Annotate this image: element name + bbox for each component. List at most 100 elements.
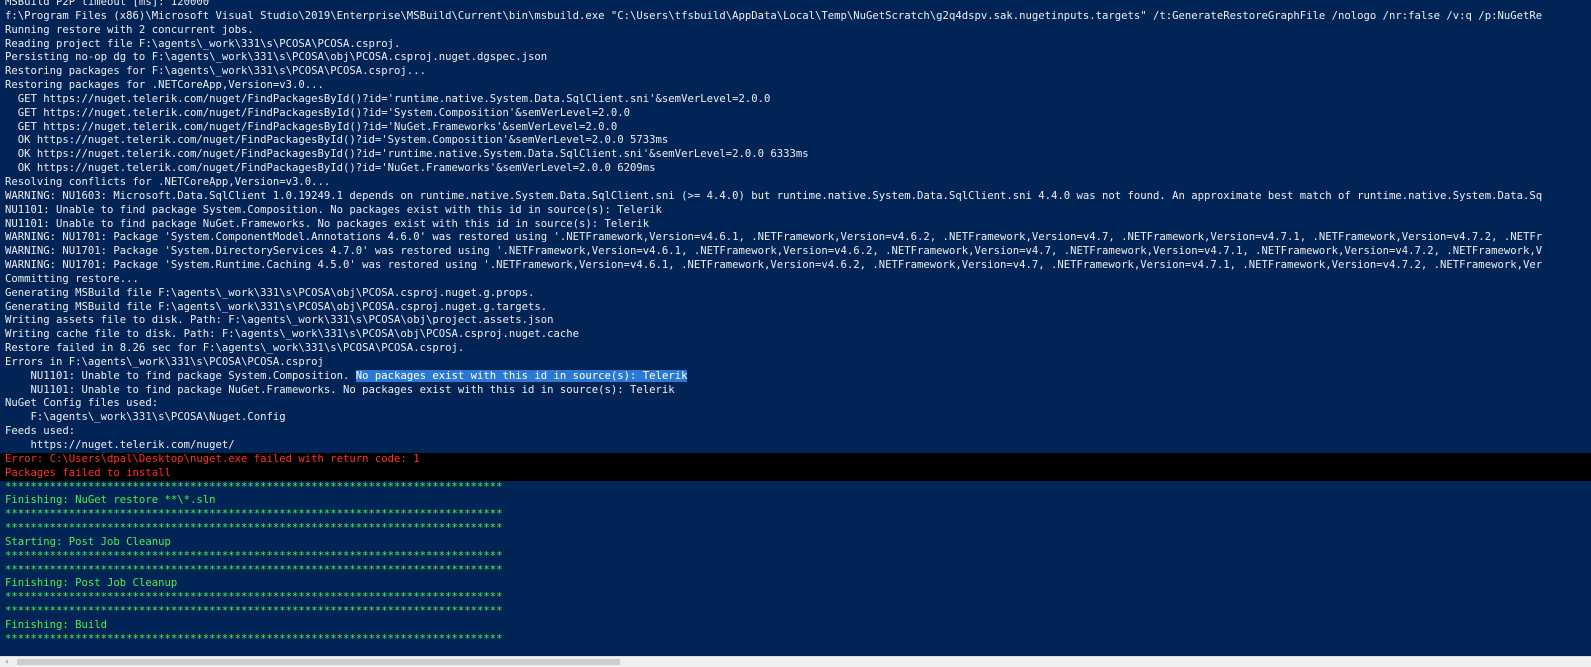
console-line: Committing restore... (5, 273, 1591, 287)
console-line-text: https://nuget.telerik.com/nuget/ (5, 439, 235, 451)
console-line: ****************************************… (5, 550, 1591, 564)
console-line: WARNING: NU1701: Package 'System.Compone… (5, 231, 1591, 245)
error-line: Packages failed to install (0, 466, 1591, 481)
console-line: Running restore with 2 concurrent jobs. (5, 24, 1591, 38)
console-line-text: f:\Program Files (x86)\Microsoft Visual … (5, 9, 1543, 22)
console-line-text: ****************************************… (5, 522, 503, 535)
console-line-text: GET https://nuget.telerik.com/nuget/Find… (5, 92, 771, 105)
console-line-text: NU1101: Unable to find package System.Co… (5, 369, 356, 382)
console-line: Restoring packages for F:\agents\_work\3… (5, 65, 1591, 79)
console-line: ****************************************… (5, 508, 1591, 522)
console-line-text: Errors in F:\agents\_work\331\s\PCOSA\PC… (5, 355, 324, 368)
console-line-text: Persisting no-op dg to F:\agents\_work\3… (5, 51, 548, 64)
console-line-text: Error: C:\Users\dpal\Desktop\nuget.exe f… (5, 452, 420, 465)
console-line-text: MSBuild P2P timeout [ms]: 120000 (5, 0, 210, 8)
console-line: OK https://nuget.telerik.com/nuget/FindP… (5, 148, 1591, 162)
console-line-text: Starting: Post Job Cleanup (5, 535, 171, 548)
horizontal-scrollbar[interactable]: ‹ (0, 656, 1591, 667)
console-line: Generating MSBuild file F:\agents\_work\… (5, 287, 1591, 301)
console-line: MSBuild P2P timeout [ms]: 120000 (5, 0, 1591, 10)
console-line-text: ****************************************… (5, 508, 503, 521)
console-line-text: Writing assets file to disk. Path: F:\ag… (5, 314, 554, 327)
scroll-left-arrow-icon[interactable]: ‹ (0, 657, 14, 667)
console-line: NU1101: Unable to find package NuGet.Fra… (5, 218, 1591, 232)
console-line-text: Reading project file F:\agents\_work\331… (5, 37, 401, 50)
console-line: GET https://nuget.telerik.com/nuget/Find… (5, 107, 1591, 121)
console-line-text: Generating MSBuild file F:\agents\_work\… (5, 286, 535, 299)
console-line: f:\Program Files (x86)\Microsoft Visual … (5, 10, 1591, 24)
console-line: Reading project file F:\agents\_work\331… (5, 38, 1591, 52)
console-line-text: NU1101: Unable to find package NuGet.Fra… (5, 217, 650, 230)
console-line: WARNING: NU1701: Package 'System.Directo… (5, 245, 1591, 259)
console-line-text: ****************************************… (5, 632, 503, 645)
console-line: F:\agents\_work\331\s\PCOSA\Nuget.Config (5, 411, 1591, 425)
console-line-text: WARNING: NU1701: Package 'System.Compone… (5, 231, 1543, 244)
console-line: ****************************************… (5, 481, 1591, 495)
console-output[interactable]: MSBuild P2P timeout [ms]: 120000 f:\Progr… (0, 0, 1591, 647)
console-line-text: GET https://nuget.telerik.com/nuget/Find… (5, 106, 631, 119)
console-line: Generating MSBuild file F:\agents\_work\… (5, 301, 1591, 315)
console-line-text: Committing restore... (5, 272, 139, 285)
console-line-text: ****************************************… (5, 563, 503, 576)
console-line: NU1101: Unable to find package System.Co… (5, 369, 1591, 384)
console-line: ****************************************… (5, 522, 1591, 536)
console-line: Feeds used: (5, 425, 1591, 439)
console-line-text: ****************************************… (5, 480, 503, 493)
console-line: Finishing: NuGet restore **\*.sln (5, 494, 1591, 508)
console-line-text: Feeds used: (5, 425, 76, 438)
console-line-text: Restore failed in 8.26 sec for F:\agents… (5, 342, 465, 355)
console-line: OK https://nuget.telerik.com/nuget/FindP… (5, 134, 1591, 148)
console-line: ****************************************… (5, 605, 1591, 619)
console-line: ****************************************… (5, 591, 1591, 605)
console-line: Writing cache file to disk. Path: F:\age… (5, 328, 1591, 342)
console-line-text: OK https://nuget.telerik.com/nuget/FindP… (5, 134, 669, 147)
console-line-text: Restoring packages for .NETCoreApp,Versi… (5, 79, 324, 92)
console-line-text: Finishing: Build (5, 618, 108, 631)
console-line-text: GET https://nuget.telerik.com/nuget/Find… (5, 120, 618, 133)
console-line-text: OK https://nuget.telerik.com/nuget/FindP… (5, 148, 809, 161)
console-line-text: NuGet Config files used: (5, 397, 159, 410)
console-line-text: Finishing: Post Job Cleanup (5, 577, 178, 590)
console-line-text: Writing cache file to disk. Path: F:\age… (5, 328, 580, 341)
console-line-text: Finishing: NuGet restore **\*.sln (5, 494, 216, 507)
console-line-text: ****************************************… (5, 591, 503, 604)
console-line-text: WARNING: NU1701: Package 'System.Runtime… (5, 259, 1543, 272)
console-line-text: NU1101: Unable to find package System.Co… (5, 203, 662, 216)
console-line: NU1101: Unable to find package NuGet.Fra… (5, 384, 1591, 398)
console-line: Writing assets file to disk. Path: F:\ag… (5, 314, 1591, 328)
console-line-text: WARNING: NU1701: Package 'System.Directo… (5, 245, 1543, 258)
console-line: OK https://nuget.telerik.com/nuget/FindP… (5, 162, 1591, 176)
console-line: Errors in F:\agents\_work\331\s\PCOSA\PC… (5, 356, 1591, 370)
console-line: WARNING: NU1701: Package 'System.Runtime… (5, 259, 1591, 273)
console-line: ****************************************… (5, 633, 1591, 647)
console-line-text: NU1101: Unable to find package NuGet.Fra… (5, 383, 675, 396)
error-line: Error: C:\Users\dpal\Desktop\nuget.exe f… (0, 452, 1591, 467)
console-line-text: OK https://nuget.telerik.com/nuget/FindP… (5, 162, 656, 175)
console-line: Finishing: Build (5, 619, 1591, 633)
console-line: NU1101: Unable to find package System.Co… (5, 204, 1591, 218)
console-line: GET https://nuget.telerik.com/nuget/Find… (5, 93, 1591, 107)
console-line: https://nuget.telerik.com/nuget/ (5, 439, 1591, 453)
console-line-text: Packages failed to install (5, 466, 171, 479)
console-line: Restore failed in 8.26 sec for F:\agents… (5, 342, 1591, 356)
console-line: Resolving conflicts for .NETCoreApp,Vers… (5, 176, 1591, 190)
console-line-text: Generating MSBuild file F:\agents\_work\… (5, 300, 548, 313)
console-line: Finishing: Post Job Cleanup (5, 577, 1591, 591)
console-line-text: Restoring packages for F:\agents\_work\3… (5, 65, 426, 78)
console-line-text: WARNING: NU1603: Microsoft.Data.SqlClien… (5, 189, 1543, 202)
console-line-text: Running restore with 2 concurrent jobs. (5, 23, 254, 36)
scrollbar-thumb[interactable] (17, 659, 620, 665)
console-line: NuGet Config files used: (5, 397, 1591, 411)
console-line: GET https://nuget.telerik.com/nuget/Find… (5, 121, 1591, 135)
console-window[interactable]: MSBuild P2P timeout [ms]: 120000 f:\Progr… (0, 0, 1591, 667)
console-line-text: ****************************************… (5, 549, 503, 562)
console-line: ****************************************… (5, 564, 1591, 578)
console-line: Persisting no-op dg to F:\agents\_work\3… (5, 51, 1591, 65)
console-line-text: ****************************************… (5, 605, 503, 618)
console-line-text: F:\agents\_work\331\s\PCOSA\Nuget.Config (5, 411, 286, 424)
selected-text: No packages exist with this id in source… (355, 369, 688, 382)
console-line: WARNING: NU1603: Microsoft.Data.SqlClien… (5, 190, 1591, 204)
console-line: Starting: Post Job Cleanup (5, 536, 1591, 550)
console-line: Restoring packages for .NETCoreApp,Versi… (5, 79, 1591, 93)
console-line-text: Resolving conflicts for .NETCoreApp,Vers… (5, 175, 331, 188)
